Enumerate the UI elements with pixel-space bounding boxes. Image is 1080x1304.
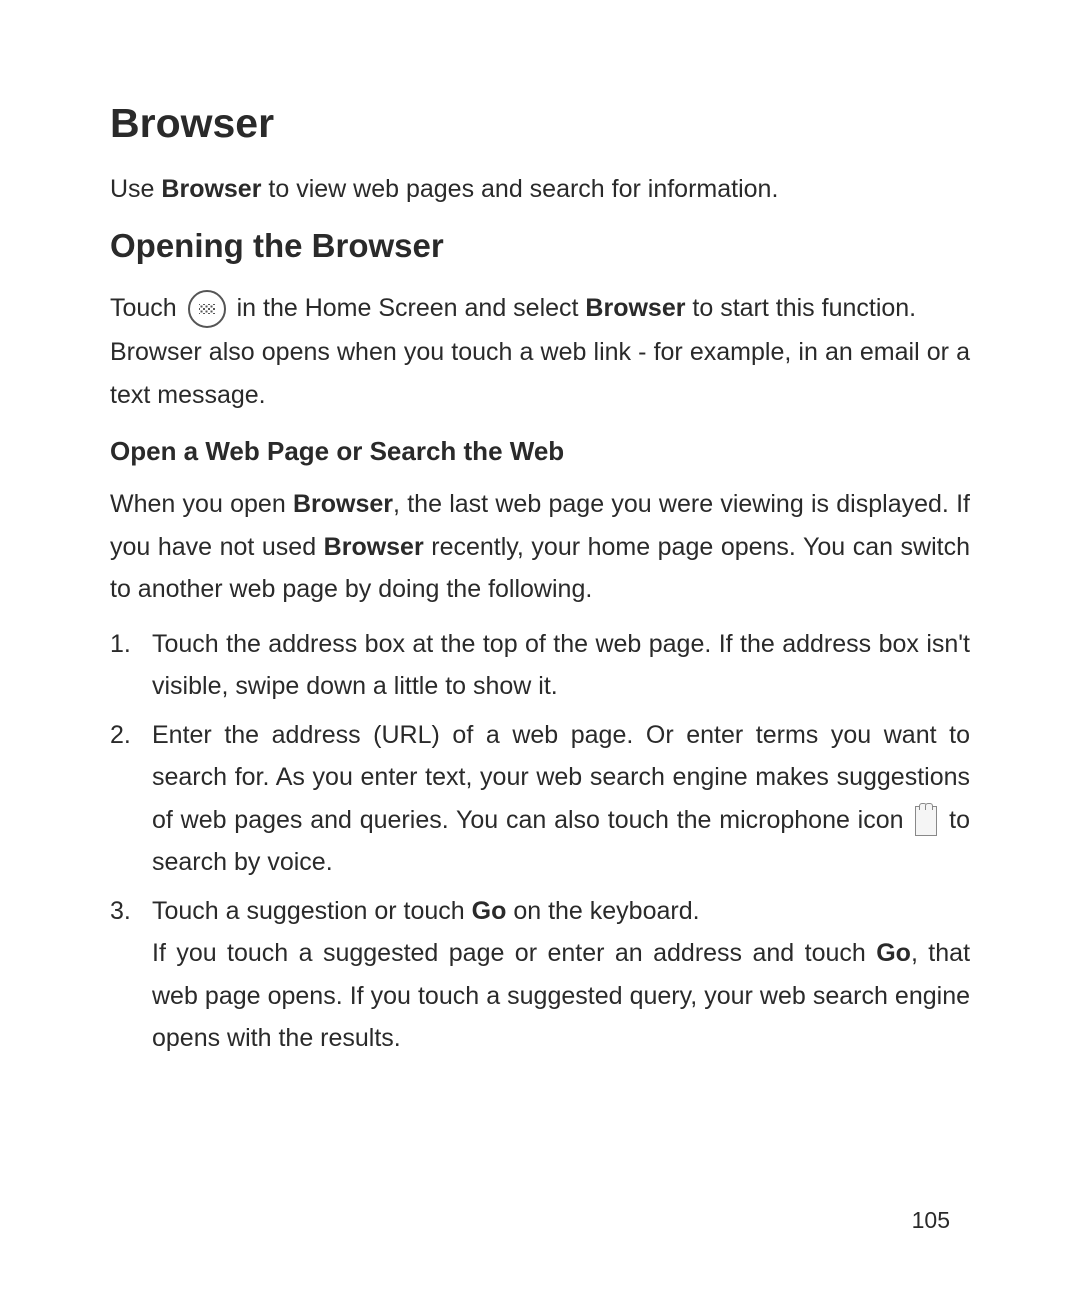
ow-p1-a: When you open (110, 490, 293, 518)
li3-a: Touch a suggestion or touch (152, 897, 472, 925)
opening-para-2: Browser also opens when you touch a web … (110, 331, 970, 416)
opening-p1-bold: Browser (585, 294, 685, 322)
opening-p1-a: Touch (110, 294, 184, 322)
instruction-list: Touch the address box at the top of the … (110, 623, 970, 1060)
ow-p1-bold1: Browser (293, 490, 393, 518)
li3-c: If you touch a suggested page or enter a… (152, 939, 876, 967)
ow-p1-bold2: Browser (324, 533, 424, 561)
open-web-para-1: When you open Browser, the last web page… (110, 483, 970, 611)
li3-bold2: Go (876, 939, 911, 967)
list-item: Touch a suggestion or touch Go on the ke… (110, 890, 970, 1060)
intro-prefix: Use (110, 175, 161, 203)
list-item: Enter the address (URL) of a web page. O… (110, 714, 970, 884)
li2-a: Enter the address (URL) of a web page. O… (152, 721, 970, 834)
microphone-icon (915, 806, 937, 836)
section-heading-opening: Opening the Browser (110, 227, 970, 265)
apps-grid-icon (188, 290, 226, 328)
intro-text: Use Browser to view web pages and search… (110, 171, 970, 209)
li3-b: on the keyboard. (506, 897, 699, 925)
section-heading-open-web: Open a Web Page or Search the Web (110, 436, 970, 467)
page-number: 105 (912, 1207, 950, 1234)
list-item: Touch the address box at the top of the … (110, 623, 970, 708)
opening-p1-b: in the Home Screen and select (230, 294, 586, 322)
page-title: Browser (110, 100, 970, 147)
li3-bold1: Go (472, 897, 507, 925)
opening-p1-c: to start this function. (685, 294, 916, 322)
intro-suffix: to view web pages and search for informa… (261, 175, 778, 203)
opening-para-1: Touch in the Home Screen and select Brow… (110, 287, 970, 330)
intro-bold: Browser (161, 175, 261, 203)
